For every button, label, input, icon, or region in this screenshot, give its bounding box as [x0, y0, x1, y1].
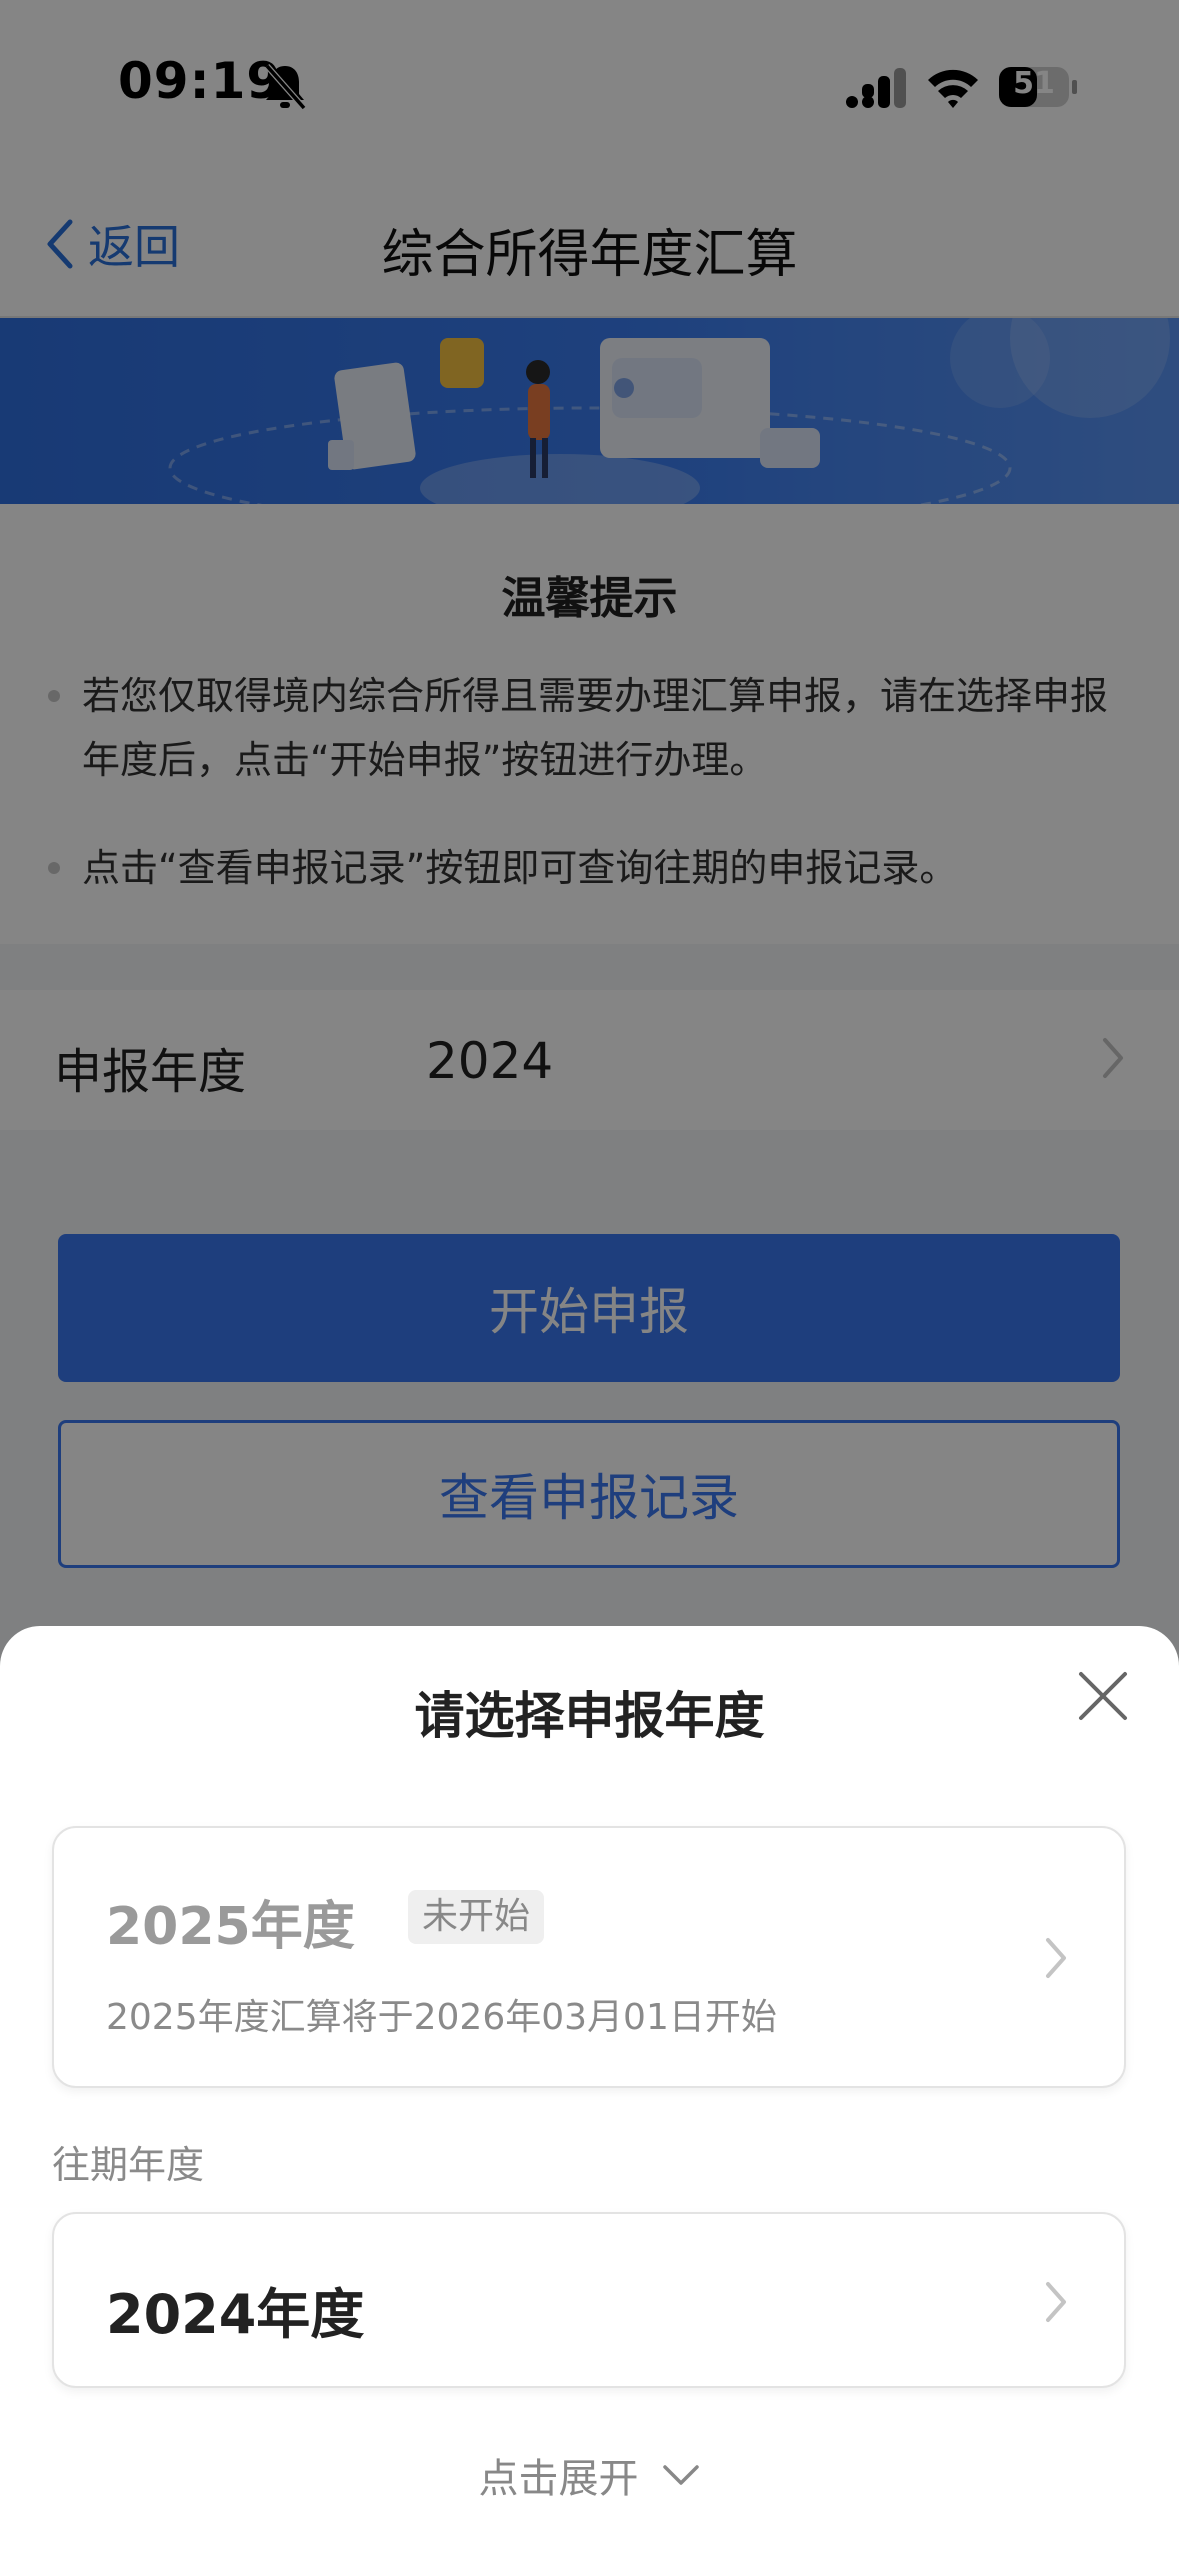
chevron-down-icon	[662, 2465, 699, 2485]
year-card-2025[interactable]: 2025年度 未开始 2025年度汇算将于2026年03月01日开始	[52, 1826, 1126, 2088]
sheet-title: 请选择申报年度	[414, 1687, 765, 1745]
chevron-right-icon	[1046, 1938, 1066, 1978]
year-picker-sheet: 请选择申报年度 2025年度 未开始 2025年度汇算将于2026年03月01日…	[0, 1626, 1179, 2556]
year-card-title: 2025年度	[106, 1897, 355, 1957]
year-card-2024[interactable]: 2024年度	[52, 2212, 1126, 2388]
chevron-right-icon	[1046, 2282, 1066, 2322]
close-icon[interactable]	[1077, 1670, 1129, 1722]
year-card-title: 2024年度	[106, 2283, 365, 2346]
year-card-description: 2025年度汇算将于2026年03月01日开始	[106, 1997, 777, 2038]
status-badge: 未开始	[408, 1890, 545, 1944]
expand-link[interactable]: 点击展开	[0, 2446, 1179, 2504]
past-years-label: 往期年度	[52, 2143, 205, 2187]
expand-label: 点击展开	[478, 2456, 639, 2502]
